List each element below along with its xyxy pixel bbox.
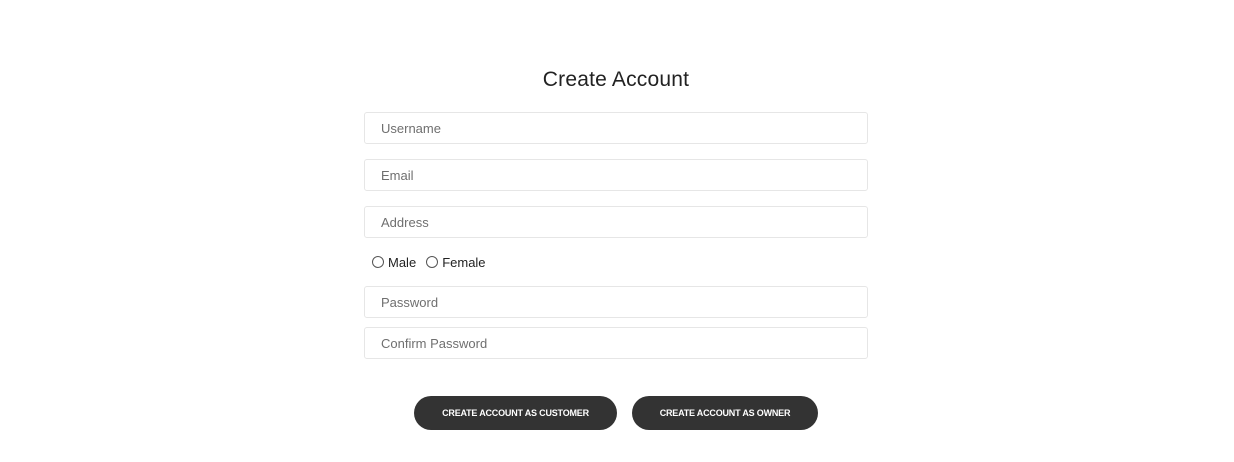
action-buttons: CREATE ACCOUNT AS CUSTOMER CREATE ACCOUN… — [414, 396, 818, 430]
address-input[interactable] — [364, 206, 868, 238]
radio-button-female[interactable] — [426, 256, 439, 268]
password-input[interactable] — [364, 286, 868, 318]
username-input[interactable] — [364, 112, 868, 144]
create-account-customer-button[interactable]: CREATE ACCOUNT AS CUSTOMER — [414, 396, 617, 430]
page: Create Account Male Female CREATE ACCOUN… — [0, 0, 1234, 462]
radio-button-male[interactable] — [372, 256, 384, 268]
create-account-owner-button[interactable]: CREATE ACCOUNT AS OWNER — [632, 396, 818, 430]
gender-option-female[interactable]: Female — [426, 254, 486, 270]
email-input[interactable] — [364, 159, 868, 191]
gender-label-male: Male — [388, 254, 417, 270]
page-title: Create Account — [542, 68, 690, 91]
gender-radio-group: Male Female — [372, 253, 496, 271]
gender-option-male[interactable]: Male — [372, 255, 416, 270]
confirm-password-input[interactable] — [364, 327, 868, 359]
gender-label-female: Female — [442, 254, 486, 270]
